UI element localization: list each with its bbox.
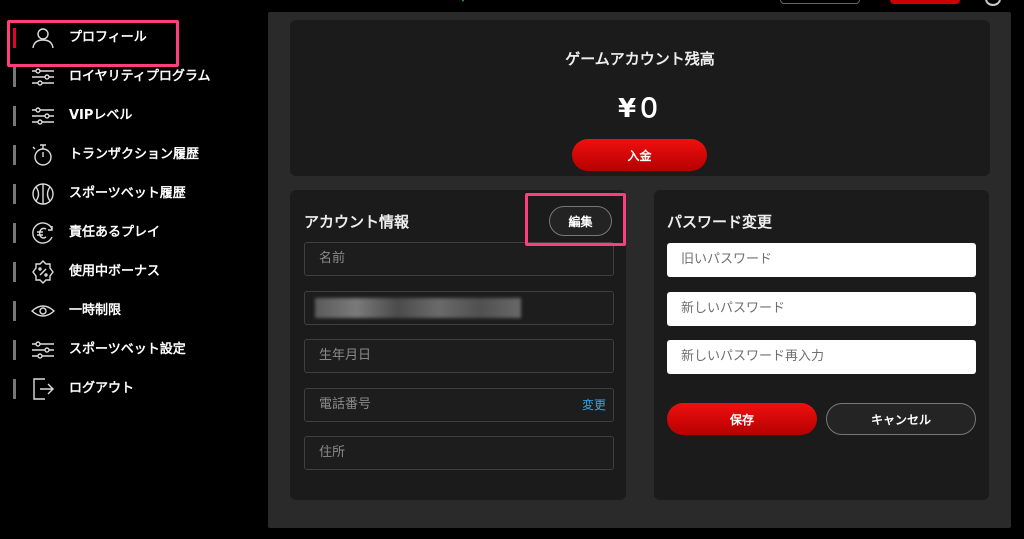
sidebar-item-label: スポーツベット設定 [69,342,186,357]
redacted-value [315,298,521,318]
balance-title: ゲームアカウント残高 [565,50,715,68]
user-icon [31,26,55,50]
address-field[interactable]: 住所 [304,436,614,470]
sidebar-item-label: VIPレベル [69,108,133,123]
sidebar-item-loyalty[interactable]: ロイヤリティプログラム [0,57,240,96]
name-placeholder: 名前 [319,251,346,266]
sidebar-item-logout[interactable]: ログアウト [0,369,240,408]
save-button[interactable]: 保存 [667,403,817,435]
balance-amount: ¥０ [617,94,663,124]
sidebar-item-sports-history[interactable]: スポーツベット履歴 [0,174,240,213]
sidebar-item-active-bonus[interactable]: 使用中ボーナス [0,252,240,291]
sliders-icon [31,104,55,128]
sidebar-item-label: 使用中ボーナス [69,264,161,279]
main-panel: ゲームアカウント残高 ¥０ 入金 アカウント情報 編集 名前 生年月日 電話番号… [268,12,1011,528]
eye-icon [30,299,56,323]
name-field[interactable]: 名前 [304,242,614,276]
sidebar-item-transactions[interactable]: トランザクション履歴 [0,135,240,174]
confirm-password-input[interactable]: 新しいパスワード再入力 [667,340,976,374]
password-change-card: パスワード変更 旧いパスワード 新しいパスワード 新しいパスワード再入力 保存 … [654,190,989,500]
balance-card: ゲームアカウント残高 ¥０ 入金 [290,20,990,176]
sidebar-item-vip[interactable]: VIPレベル [0,96,240,135]
sidebar-bar [13,184,16,204]
sidebar-bar [13,301,16,321]
sliders-icon [31,65,55,89]
timer-icon [31,143,55,167]
phone-placeholder: 電話番号 [319,397,372,412]
address-placeholder: 住所 [319,445,346,460]
sidebar-item-label: トランザクション履歴 [69,147,200,162]
old-password-placeholder: 旧いパスワード [681,252,773,267]
sidebar-item-label: プロフィール [69,30,147,45]
sliders-icon [31,338,55,362]
dob-field[interactable]: 生年月日 [304,339,614,373]
dob-placeholder: 生年月日 [319,348,372,363]
euro-coin-icon [31,221,55,245]
sidebar-item-label: 責任あるプレイ [69,225,161,240]
confirm-password-placeholder: 新しいパスワード再入力 [681,349,825,364]
header-login-button[interactable] [780,0,860,4]
new-password-input[interactable]: 新しいパスワード [667,292,976,326]
sidebar-bar [13,340,16,360]
sidebar-bar [13,106,16,126]
sidebar-item-label: 一時制限 [69,303,122,318]
sidebar-bar [13,262,16,282]
sidebar-bar [13,379,16,399]
sidebar-item-profile[interactable]: プロフィール [0,18,240,57]
old-password-input[interactable]: 旧いパスワード [667,243,976,277]
sidebar-item-sports-settings[interactable]: スポーツベット設定 [0,330,240,369]
header-avatar-icon[interactable] [985,0,1001,6]
sidebar-bar [13,145,16,165]
ball-icon [31,182,55,206]
new-password-placeholder: 新しいパスワード [681,301,786,316]
top-header-fragment [0,0,1024,10]
sidebar-item-label: スポーツベット履歴 [69,186,186,201]
cancel-button[interactable]: キャンセル [826,403,976,435]
header-signup-button[interactable] [890,0,960,4]
sidebar-item-label: ロイヤリティプログラム [69,69,211,84]
sidebar-bar [13,223,16,243]
logout-icon [31,377,55,401]
sidebar-item-temporary-limit[interactable]: 一時制限 [0,291,240,330]
deposit-button[interactable]: 入金 [572,139,707,171]
active-indicator [13,28,16,48]
edit-button[interactable]: 編集 [549,206,612,236]
account-info-card: アカウント情報 編集 名前 生年月日 電話番号 変更 住所 [290,190,626,500]
sidebar-item-responsible-play[interactable]: 責任あるプレイ [0,213,240,252]
phone-field[interactable]: 電話番号 変更 [304,388,614,422]
sidebar-item-label: ログアウト [69,381,135,396]
account-info-title: アカウント情報 [304,213,410,231]
account-sidebar: プロフィール ロイヤリティプログラム VIPレベル トランザクション履歴 スポー… [0,18,240,408]
percent-badge-icon [31,260,55,284]
email-field[interactable] [304,291,614,325]
site-logo[interactable] [458,0,608,6]
password-change-title: パスワード変更 [667,213,773,231]
sidebar-bar [13,67,16,87]
phone-change-link[interactable]: 変更 [582,389,606,421]
